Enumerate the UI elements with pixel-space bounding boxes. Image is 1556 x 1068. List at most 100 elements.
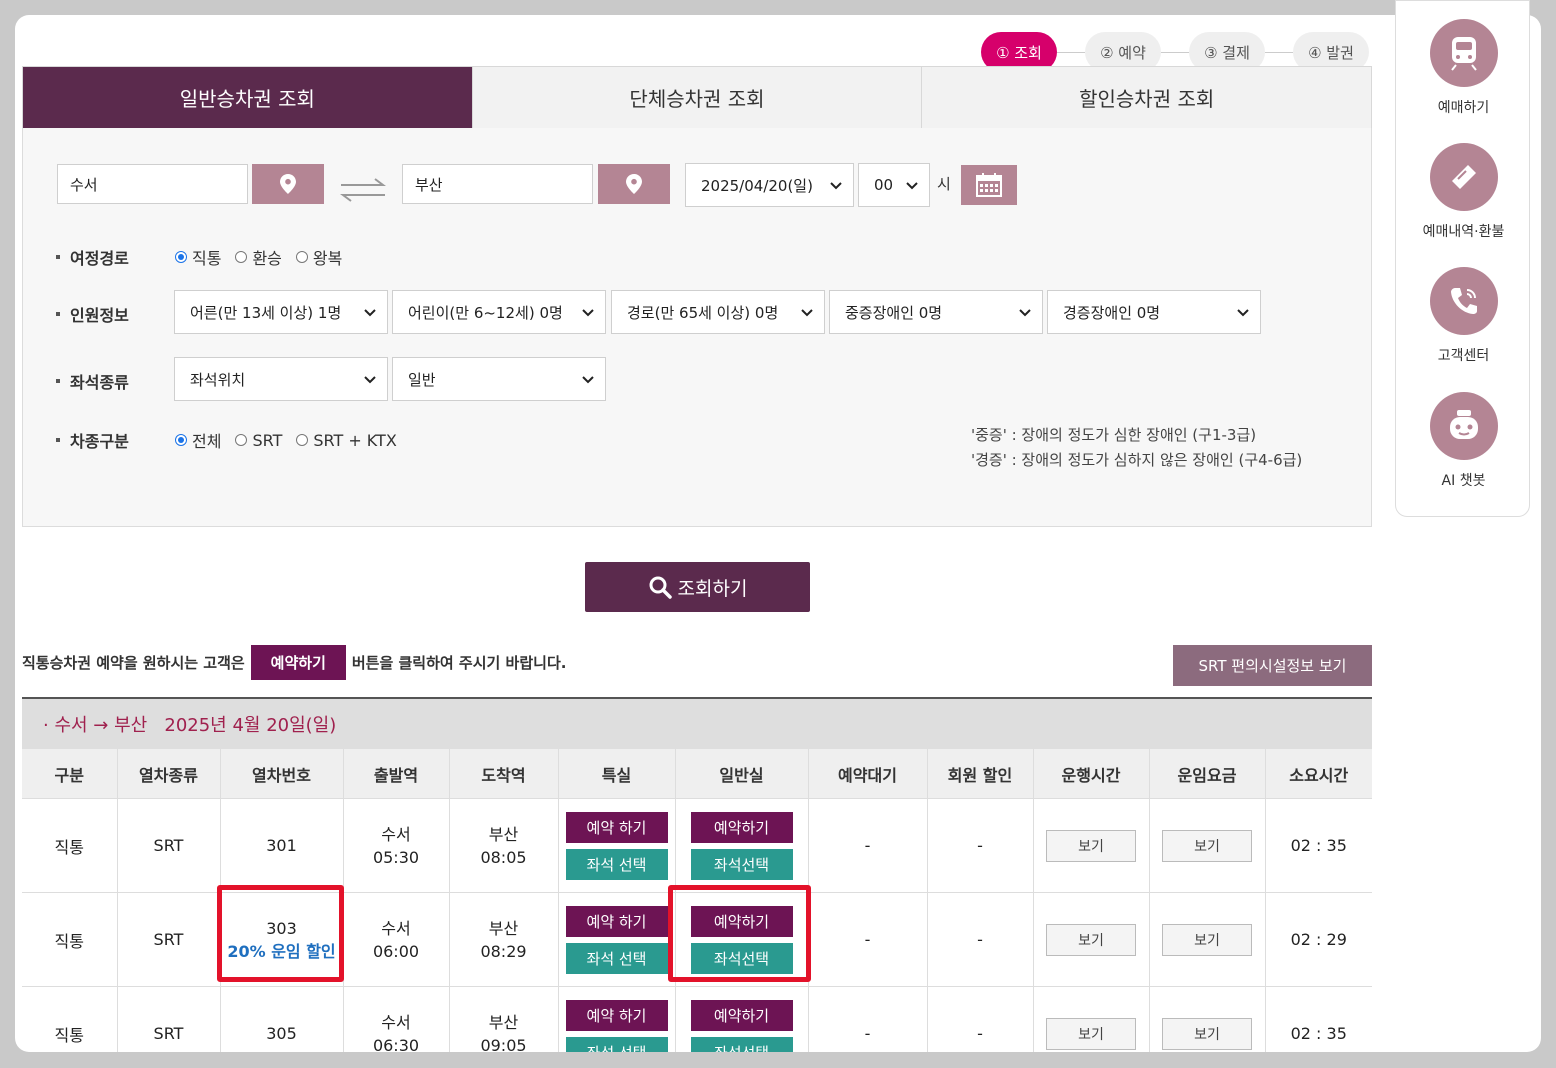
standard-reserve-button[interactable]: 예약하기 [690,999,793,1031]
search-button[interactable]: 조회하기 [585,562,810,612]
waitlist-cell: - [808,798,928,893]
child-count-select[interactable]: 어린이(만 6~12세) 0명 [392,290,606,334]
chevron-down-icon [364,309,376,317]
seat-position-select[interactable]: 좌석위치 [174,357,388,401]
step-divider [1161,51,1189,53]
radio-label: SRT [252,430,283,450]
radio-roundtrip[interactable]: 왕복 [295,245,342,269]
phone-icon [1429,267,1498,335]
date-select[interactable]: 2025/04/20(일) [685,163,854,207]
column-header: 구분 [22,749,118,799]
chevron-down-icon [1019,309,1031,317]
arrival-time: 08:05 [480,847,527,867]
severe-disabled-count-select[interactable]: 중증장애인 0명 [829,290,1043,334]
schedule-view-button[interactable]: 보기 [1046,1017,1136,1050]
route-radio-group: 직통 환승 왕복 [175,245,356,269]
fare-cell: 보기 [1149,892,1266,987]
train-number: 301 [266,836,297,855]
train-type-label-text: 차종구분 [70,432,129,451]
standard-reserve-button[interactable]: 예약하기 [690,811,793,843]
tab-discount[interactable]: 할인승차권 조회 [921,67,1372,128]
first-class-cell: 예약 하기좌석 선택 [558,798,676,893]
fare-view-button[interactable]: 보기 [1162,923,1252,956]
location-pin-icon [280,174,296,194]
chevron-down-icon [906,182,918,190]
first-class-cell: 예약 하기좌석 선택 [558,986,676,1052]
departure-cell: 수서 06:00 [343,892,450,987]
schedule-view-button[interactable]: 보기 [1046,923,1136,956]
departure-map-button[interactable] [252,164,324,204]
radio-label: 직통 [192,249,222,268]
standard-seat-button[interactable]: 좌석선택 [690,1036,793,1052]
first-class-cell: 예약 하기좌석 선택 [558,892,676,987]
departure-input[interactable]: 수서 [57,164,248,204]
arrival-map-button[interactable] [598,164,670,204]
hour-select[interactable]: 00 [858,163,930,207]
quick-ai-chatbot[interactable]: AI 챗봇 [1396,392,1531,490]
train-kind-cell: SRT [117,892,221,987]
senior-count-select[interactable]: 경로(만 65세 이상) 0명 [611,290,825,334]
seat-class-select[interactable]: 일반 [392,357,606,401]
radio-all[interactable]: 전체 [175,428,221,452]
main-panel: ① 조회 ② 예약 ③ 결제 ④ 발권 일반승차권 조회 단체승차권 조회 할인… [15,15,1541,1052]
radio-srt-ktx[interactable]: SRT + KTX [296,431,397,450]
fare-view-button[interactable]: 보기 [1162,829,1252,862]
departure-time: 05:30 [372,847,420,867]
first-class-reserve-button[interactable]: 예약 하기 [565,999,668,1031]
schedule-view-button[interactable]: 보기 [1046,829,1136,862]
schedule-cell: 보기 [1033,798,1150,893]
facility-info-button[interactable]: SRT 편의시설정보 보기 [1173,645,1372,686]
date-value: 2025/04/20(일) [701,176,813,195]
first-class-reserve-button[interactable]: 예약 하기 [565,905,668,937]
train-type-label: 차종구분 [56,428,129,452]
arrival-station: 부산 [488,918,519,938]
quick-menu-label: AI 챗봇 [1441,473,1486,489]
first-class-reserve-button[interactable]: 예약 하기 [565,811,668,843]
member-discount-cell: - [927,798,1034,893]
first-class-seat-button[interactable]: 좌석 선택 [565,1036,668,1052]
tab-general[interactable]: 일반승차권 조회 [23,67,472,128]
notice-text: 직통승차권 예약을 원하시는 고객은 [22,654,245,672]
arrival-time: 08:29 [480,941,527,961]
chevron-down-icon [801,309,813,317]
radio-direct[interactable]: 직통 [175,245,221,269]
departure-station: 수서 [381,1012,411,1032]
adult-count-select[interactable]: 어른(만 13세 이상) 1명 [174,290,388,334]
standard-seat-button[interactable]: 좌석선택 [690,848,793,880]
quick-menu-label: 예매내역·환불 [1422,224,1505,240]
radio-label: 환승 [252,249,282,268]
table-row: 직통 SRT 305 수서 06:30 부산 09:05 예약 하기좌석 선택 예약… [22,986,1372,1052]
step-divider [1057,51,1085,53]
chevron-down-icon [364,376,376,384]
notice-tag: 예약하기 [250,645,346,680]
column-header: 예약대기 [808,749,928,799]
tab-group[interactable]: 단체승차권 조회 [471,67,922,128]
select-value: 중증장애인 0명 [845,303,943,322]
chevron-down-icon [582,309,594,317]
route-type-cell: 직통 [22,798,118,893]
first-class-seat-button[interactable]: 좌석 선택 [565,848,668,880]
quick-menu: 예매하기 예매내역·환불 고객센터 AI 챗봇 [1395,0,1530,517]
radio-srt[interactable]: SRT [235,431,282,450]
fare-view-button[interactable]: 보기 [1162,1017,1252,1050]
chevron-down-icon [830,182,842,190]
first-class-seat-button[interactable]: 좌석 선택 [565,942,668,974]
fare-cell: 보기 [1149,798,1266,893]
quick-history-refund[interactable]: 예매내역·환불 [1396,143,1531,241]
arrival-station: 부산 [488,1012,519,1032]
chevron-down-icon [1237,309,1249,317]
standard-class-highlight [668,885,811,982]
quick-booking[interactable]: 예매하기 [1396,19,1531,117]
arrival-input[interactable]: 부산 [402,164,593,204]
column-header: 소요시간 [1265,749,1372,799]
departure-time: 06:00 [372,941,420,961]
waitlist-cell: - [808,986,928,1052]
swap-stations-icon[interactable] [339,176,387,208]
mild-disabled-count-select[interactable]: 경증장애인 0명 [1047,290,1261,334]
standard-class-cell: 예약하기좌석선택 [675,798,809,893]
radio-transfer[interactable]: 환승 [235,245,282,269]
arrival-cell: 부산 08:05 [449,798,559,893]
quick-customer-center[interactable]: 고객센터 [1396,267,1531,365]
select-value: 좌석위치 [190,370,246,389]
calendar-button[interactable] [961,165,1017,205]
